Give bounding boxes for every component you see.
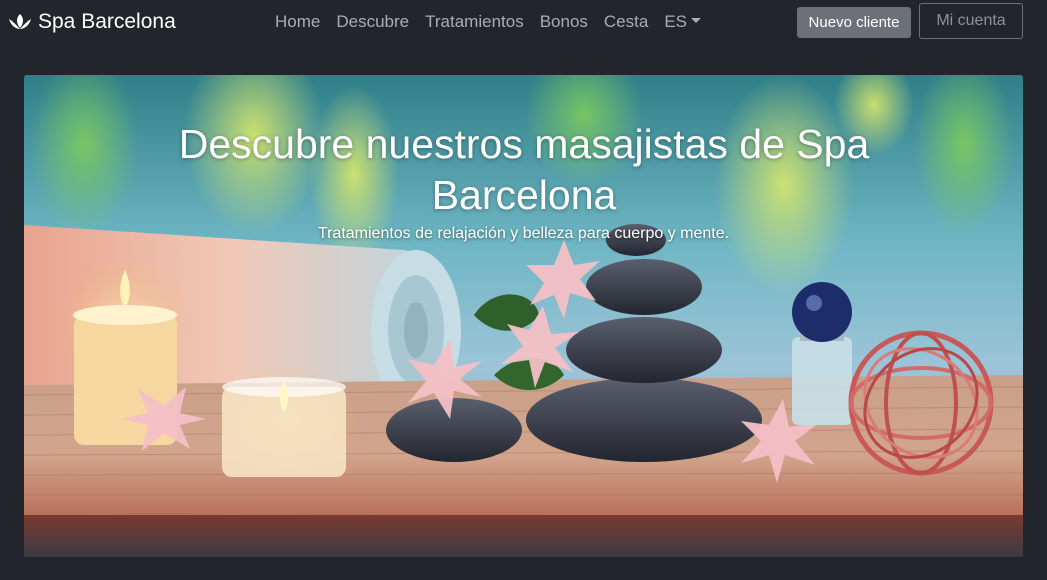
lotus-icon <box>9 14 31 29</box>
language-dropdown[interactable]: ES <box>656 12 709 32</box>
caret-down-icon <box>691 18 702 24</box>
language-label: ES <box>664 12 688 31</box>
navbar: Spa Barcelona Home Descubre Tratamientos… <box>0 0 1047 44</box>
brand-link[interactable]: Spa Barcelona <box>8 6 176 38</box>
nav-tratamientos[interactable]: Tratamientos <box>417 12 532 32</box>
main-nav: Home Descubre Tratamientos Bonos Cesta E… <box>267 0 709 44</box>
brand-name: Spa Barcelona <box>38 10 176 33</box>
nav-bonos[interactable]: Bonos <box>532 12 596 32</box>
hero-subtitle: Tratamientos de relajación y belleza par… <box>317 225 730 242</box>
new-client-button[interactable]: Nuevo cliente <box>797 7 911 38</box>
nav-cesta[interactable]: Cesta <box>596 12 656 32</box>
nav-descubre[interactable]: Descubre <box>328 12 417 32</box>
hero-title: Descubre nuestros masajistas de Spa Barc… <box>178 121 870 218</box>
my-account-button[interactable]: Mi cuenta <box>919 3 1023 39</box>
nav-home[interactable]: Home <box>267 12 328 32</box>
hero-banner: Descubre nuestros masajistas de Spa Barc… <box>24 75 1023 557</box>
